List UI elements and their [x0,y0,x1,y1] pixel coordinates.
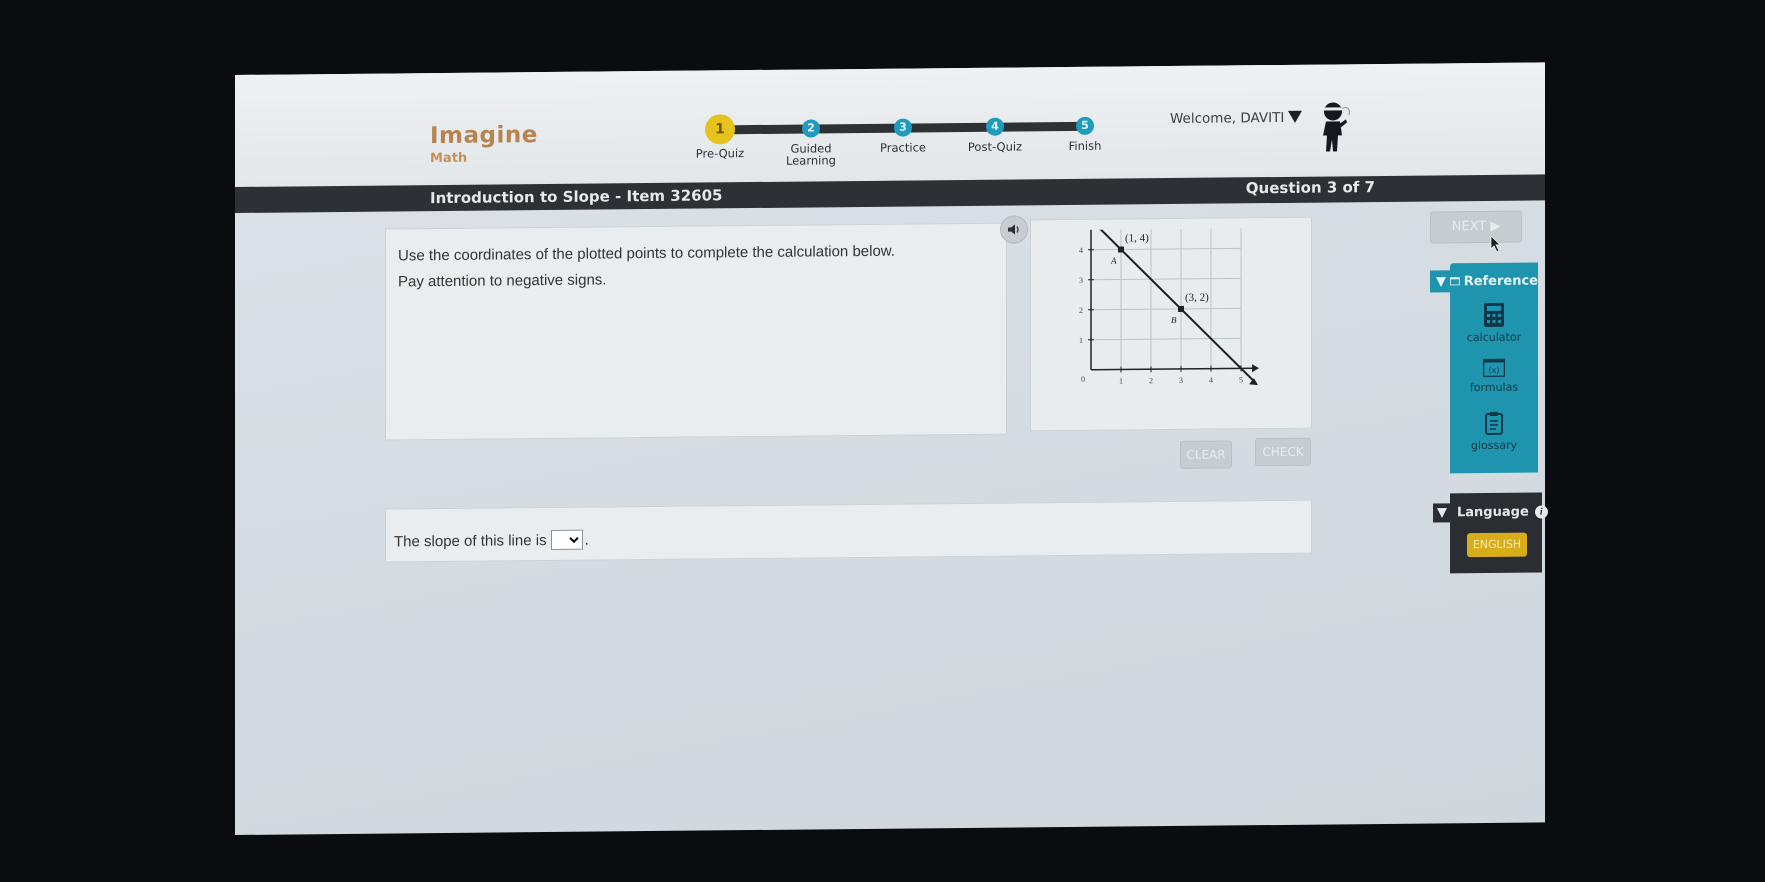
x-axis-arrow-icon [1252,364,1259,373]
imagine-math-logo: Imagine Math [430,122,538,166]
step-label: Post-Quiz [967,139,1023,154]
step-label: Finish [1068,138,1102,153]
question-panel: Use the coordinates of the plotted point… [385,222,1007,441]
step-guided-learning: 2 Guided Learning [766,107,856,168]
language-english-button[interactable]: ENGLISH [1467,532,1527,558]
svg-text:(x): (x) [1489,366,1500,375]
mouse-cursor-icon [1490,234,1501,253]
question-counter: Question 3 of 7 [1245,178,1375,198]
brand-name: Imagine [430,122,538,150]
clear-button[interactable]: CLEAR [1180,440,1232,469]
y-tick-label: 1 [1079,336,1083,345]
reference-item-label: calculator [1466,330,1522,345]
top-bar: Imagine Math 1 Pre-Quiz 2 Guided Learnin… [235,62,1545,187]
x-tick-label: 1 [1119,376,1123,385]
triangle-down-icon: ▼ [1433,502,1451,522]
check-button[interactable]: CHECK [1255,437,1311,467]
x-tick-label: 3 [1179,376,1183,385]
grid-line-horizontal [1091,307,1241,311]
caret-down-icon [1288,110,1303,123]
language-toggle[interactable]: ▼ Language i [1433,500,1548,523]
y-tick-label: 3 [1079,276,1083,285]
user-menu[interactable]: Welcome, DAVITI [1170,109,1303,128]
step-indicator: 3 [894,118,912,137]
step-practice: 3 Practice [858,106,948,155]
x-tick-label: 2 [1149,376,1153,385]
answer-prefix: The slope of this line is [394,531,547,550]
language-title: Language [1457,504,1529,520]
triangle-down-icon: ▼ [1436,273,1446,289]
x-tick-label: 5 [1239,375,1243,384]
window-icon [1450,277,1460,286]
speaker-icon [1008,224,1019,235]
slope-answer-select[interactable] [550,529,583,550]
point-a [1118,246,1124,253]
line-arrow-icon [1249,378,1258,386]
answer-panel: The slope of this line is . [385,499,1312,563]
step-indicator: 5 [1076,116,1094,135]
reference-title: Reference [1463,272,1538,289]
question-text: Use the coordinates of the plotted point… [398,239,895,296]
question-line-1: Use the coordinates of the plotted point… [398,242,895,265]
step-pre-quiz: 1 Pre-Quiz [675,108,765,161]
step-indicator: 4 [986,117,1004,136]
question-line-2: Pay attention to negative signs. [398,271,607,291]
reference-toggle[interactable]: ▼ Reference [1430,269,1538,293]
y-tick-label: 2 [1079,306,1083,315]
grid-line-horizontal [1091,277,1241,281]
clipboard-icon [1485,411,1503,435]
graph-panel: xy01234512345(1, 4)A(3, 2)B [1030,216,1312,432]
point-coordinate-label: (1, 4) [1125,232,1149,244]
x-axis [1091,367,1256,371]
lesson-progress: 1 Pre-Quiz 2 Guided Learning 3 Practice … [696,105,1101,179]
calculator-icon [1484,302,1504,327]
step-label: Practice [880,140,926,155]
point-name-label: B [1171,315,1177,325]
next-button[interactable]: NEXT ▶ [1430,210,1522,244]
point-name-label: A [1110,256,1117,266]
grid-line-horizontal [1091,337,1241,341]
point-b [1178,305,1184,312]
step-indicator: 1 [705,114,735,145]
answer-row: The slope of this line is . [394,529,589,552]
avatar[interactable] [1315,99,1355,154]
origin-label: 0 [1081,375,1085,384]
lesson-title: Introduction to Slope - Item 32605 [430,186,723,208]
audio-button[interactable] [1000,215,1028,244]
reference-glossary[interactable]: glossary [1450,410,1538,452]
welcome-text: Welcome, DAVITI [1170,109,1285,128]
reference-item-label: glossary [1470,438,1517,453]
step-post-quiz: 4 Post-Quiz [950,105,1040,154]
y-tick-label: 4 [1079,246,1083,255]
info-icon[interactable]: i [1534,504,1548,519]
plotted-line [1075,228,1257,384]
app-screen: Imagine Math 1 Pre-Quiz 2 Guided Learnin… [235,62,1548,836]
step-label: Guided Learning [786,141,836,168]
brand-subname: Math [430,150,468,167]
reference-item-label: formulas [1469,380,1519,395]
answer-suffix: . [584,531,589,549]
coordinate-graph: xy01234512345(1, 4)A(3, 2)B [1075,228,1259,386]
reference-formulas[interactable]: (x) formulas [1450,358,1538,394]
reference-calculator[interactable]: calculator [1450,302,1538,344]
x-tick-label: 4 [1209,376,1213,385]
point-coordinate-label: (3, 2) [1185,292,1209,304]
step-finish: 5 Finish [1040,104,1130,153]
grid-line-horizontal [1091,247,1241,251]
formulas-icon: (x) [1483,358,1505,378]
step-label: Pre-Quiz [695,146,745,161]
step-indicator: 2 [802,119,820,138]
